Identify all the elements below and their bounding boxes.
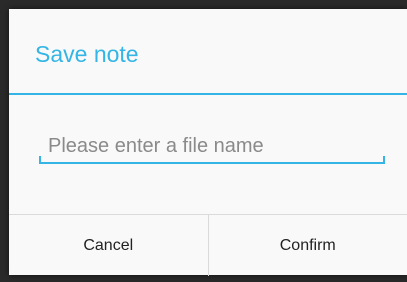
save-note-dialog: Save note Cancel Confirm xyxy=(9,9,407,276)
dialog-title: Save note xyxy=(35,41,139,67)
dialog-button-bar: Cancel Confirm xyxy=(9,214,407,276)
cancel-button[interactable]: Cancel xyxy=(9,215,208,276)
confirm-button[interactable]: Confirm xyxy=(209,215,407,276)
title-divider xyxy=(9,93,407,95)
input-underline xyxy=(39,162,385,164)
input-underline-left-tick xyxy=(39,156,41,163)
dialog-header: Save note xyxy=(9,9,407,93)
input-underline-right-tick xyxy=(383,156,385,163)
filename-field xyxy=(39,131,385,167)
filename-input[interactable] xyxy=(39,131,385,161)
